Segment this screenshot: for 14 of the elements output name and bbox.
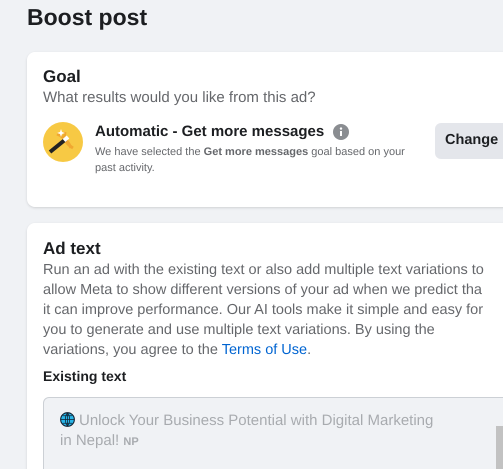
section-title: Goal xyxy=(43,66,81,88)
page-title: Boost post xyxy=(27,4,148,30)
field-label: Existing text xyxy=(43,367,126,386)
terms-link[interactable]: Terms of Use xyxy=(222,342,308,358)
change-button[interactable]: Change xyxy=(435,123,503,159)
magic-wand-icon xyxy=(43,122,83,162)
globe-icon xyxy=(60,412,75,427)
goal-option-description: We have selected the Get more messages goal based on your past activity. xyxy=(95,145,406,176)
info-icon[interactable] xyxy=(333,124,350,140)
goal-option-title: Automatic - Get more messages xyxy=(95,122,324,142)
ad-text-description: Run an ad with the existing text or also add multiple text variations to allow Meta to show different versions of your ad when we predict tha it can improve performance. Our AI tools make it simple and easy for you to generate and use multiple text variations. By using the variations, you agree to the Terms of Use. xyxy=(43,261,484,360)
existing-text-value: Unlock Your Business Potential with Digital Marketing in Nepal! NP xyxy=(60,411,434,451)
section-subtitle: What results would you like from this ad? xyxy=(43,88,316,108)
section-title: Ad text xyxy=(43,238,101,260)
